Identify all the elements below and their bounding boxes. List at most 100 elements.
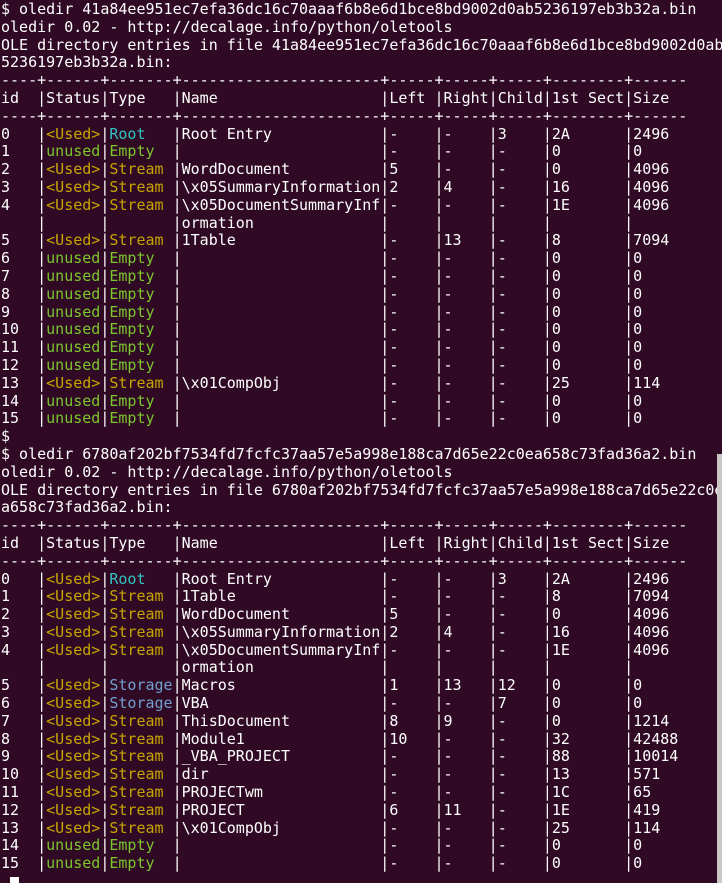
row-type-cell: Stream [109, 374, 172, 392]
terminal-text-segment: OLE directory entries in file 6780af202b… [1, 481, 722, 499]
table-row: 14 |unused|Empty | |- |- |- |0 |0 [1, 837, 722, 855]
row-value-cells: |\x01CompObj |- |- |- |25 |114 [173, 819, 661, 837]
row-type-cell: Stream [109, 765, 172, 783]
row-value-cells: | |- |- |- |0 |0 [173, 356, 643, 374]
terminal-window: $ oledir 41a84ee951ec7efa36dc16c70aaaf6b… [0, 0, 722, 883]
row-id-cell: 13 | [1, 819, 46, 837]
row-id-cell: 8 | [1, 730, 46, 748]
table-separator: ----+------+-------+--------------------… [1, 517, 722, 535]
prompt-line: $ [1, 428, 722, 446]
row-id-cell: 11 | [1, 338, 46, 356]
row-value-cells: |Root Entry |- |- |3 |2A |2496 [173, 125, 670, 143]
row-value-cells: |Module1 |10 |- |- |32 |42488 [173, 730, 679, 748]
table-row: 12 |unused|Empty | |- |- |- |0 |0 [1, 357, 722, 375]
row-status-cell: <Used> [46, 231, 100, 249]
row-status-cell: <Used> [46, 605, 100, 623]
row-status-cell: <Used> [46, 819, 100, 837]
version-line: oledir 0.02 - http://decalage.info/pytho… [1, 464, 722, 482]
row-value-cells: |WordDocument |5 |- |- |0 |4096 [173, 160, 670, 178]
listing-intro-line: a658c73fad36a2.bin: [1, 499, 722, 517]
row-type-cell: Stream [109, 196, 172, 214]
row-type-cell: Root [109, 125, 172, 143]
row-status-cell: unused [46, 303, 100, 321]
row-value-cells: |\x01CompObj |- |- |- |25 |114 [173, 374, 661, 392]
table-row: 15 |unused|Empty | |- |- |- |0 |0 [1, 855, 722, 873]
row-id-cell: 6 | [1, 694, 46, 712]
table-separator: ----+------+-------+--------------------… [1, 108, 722, 126]
table-row: 11 |unused|Empty | |- |- |- |0 |0 [1, 339, 722, 357]
table-row: 12 |<Used>|Stream |PROJECT |6 |11 |- |1E… [1, 802, 722, 820]
row-type-cell: Stream [109, 747, 172, 765]
row-status-cell: <Used> [46, 570, 100, 588]
row-status-cell: <Used> [46, 712, 100, 730]
terminal-text-segment: $ oledir 6780af202bf7534fd7fcfc37aa57e5a… [1, 445, 696, 463]
row-status-cell: <Used> [46, 676, 100, 694]
terminal-text-segment: ----+------+-------+--------------------… [1, 552, 687, 570]
row-type-cell: Empty [109, 142, 172, 160]
terminal-text-segment: OLE directory entries in file 41a84ee951… [1, 36, 722, 54]
table-header-cells: id |Status|Type |Name |Left |Right|Child… [1, 534, 687, 552]
row-id-cell: 14 | [1, 836, 46, 854]
row-id-cell: 3 | [1, 623, 46, 641]
terminal-text-segment: | | |ormation | | | | | [1, 658, 633, 676]
row-status-cell: unused [46, 409, 100, 427]
row-status-cell: unused [46, 142, 100, 160]
row-id-cell: 14 | [1, 392, 46, 410]
table-row-continuation: | | |ormation | | | | | [1, 215, 722, 233]
row-value-cells: | |- |- |- |0 |0 [173, 267, 643, 285]
row-status-cell: <Used> [46, 747, 100, 765]
scrollbar-thumb[interactable] [717, 454, 722, 883]
terminal-text-segment: ----+------+-------+--------------------… [1, 516, 687, 534]
version-line: oledir 0.02 - http://decalage.info/pytho… [1, 19, 722, 37]
row-id-cell: 15 | [1, 409, 46, 427]
row-id-cell: 15 | [1, 854, 46, 872]
row-type-cell: Empty [109, 836, 172, 854]
row-status-cell: <Used> [46, 587, 100, 605]
table-row: 0 |<Used>|Root |Root Entry |- |- |3 |2A … [1, 571, 722, 589]
row-id-cell: 13 | [1, 374, 46, 392]
row-value-cells: |Macros |1 |13 |12 |0 |0 [173, 676, 643, 694]
row-value-cells: | |- |- |- |0 |0 [173, 303, 643, 321]
text-cursor [10, 877, 19, 883]
listing-intro-line: 5236197eb3b32a.bin: [1, 54, 722, 72]
row-value-cells: |ThisDocument |8 |9 |- |0 |1214 [173, 712, 670, 730]
row-id-cell: 12 | [1, 356, 46, 374]
row-type-cell: Stream [109, 801, 172, 819]
row-status-cell: unused [46, 285, 100, 303]
row-type-cell: Stream [109, 178, 172, 196]
row-id-cell: 12 | [1, 801, 46, 819]
row-type-cell: Stream [109, 730, 172, 748]
row-type-cell: Stream [109, 712, 172, 730]
row-value-cells: |PROJECT |6 |11 |- |1E |419 [173, 801, 661, 819]
row-value-cells: |_VBA_PROJECT |- |- |- |88 |10014 [173, 747, 679, 765]
listing-intro-line: OLE directory entries in file 41a84ee951… [1, 37, 722, 55]
row-id-cell: 10 | [1, 320, 46, 338]
table-row: 7 |unused|Empty | |- |- |- |0 |0 [1, 268, 722, 286]
row-id-cell: 2 | [1, 605, 46, 623]
listing-intro-line: OLE directory entries in file 6780af202b… [1, 482, 722, 500]
row-value-cells: |\x05DocumentSummaryInf|- |- |- |1E |409… [173, 196, 670, 214]
table-row: 7 |<Used>|Stream |ThisDocument |8 |9 |- … [1, 713, 722, 731]
table-row: 5 |<Used>|Stream |1Table |- |13 |- |8 |7… [1, 232, 722, 250]
row-id-cell: 9 | [1, 747, 46, 765]
row-type-cell: Empty [109, 249, 172, 267]
table-header-cells: id |Status|Type |Name |Left |Right|Child… [1, 89, 687, 107]
terminal-text-segment: | | |ormation | | | | | [1, 214, 633, 232]
terminal-screen: $ oledir 41a84ee951ec7efa36dc16c70aaaf6b… [1, 1, 722, 883]
row-status-cell: unused [46, 836, 100, 854]
row-status-cell: <Used> [46, 730, 100, 748]
row-status-cell: <Used> [46, 374, 100, 392]
table-row: 5 |<Used>|Storage|Macros |1 |13 |12 |0 |… [1, 677, 722, 695]
table-row: 2 |<Used>|Stream |WordDocument |5 |- |- … [1, 161, 722, 179]
row-type-cell: Empty [109, 285, 172, 303]
row-type-cell: Empty [109, 392, 172, 410]
row-value-cells: |VBA |- |- |7 |0 |0 [173, 694, 643, 712]
terminal-text-segment: oledir 0.02 - http://decalage.info/pytho… [1, 463, 453, 481]
row-type-cell: Empty [109, 320, 172, 338]
table-row: 8 |unused|Empty | |- |- |- |0 |0 [1, 286, 722, 304]
row-status-cell: unused [46, 854, 100, 872]
row-status-cell: <Used> [46, 160, 100, 178]
row-type-cell: Stream [109, 231, 172, 249]
row-id-cell: 4 | [1, 196, 46, 214]
row-status-cell: <Used> [46, 125, 100, 143]
